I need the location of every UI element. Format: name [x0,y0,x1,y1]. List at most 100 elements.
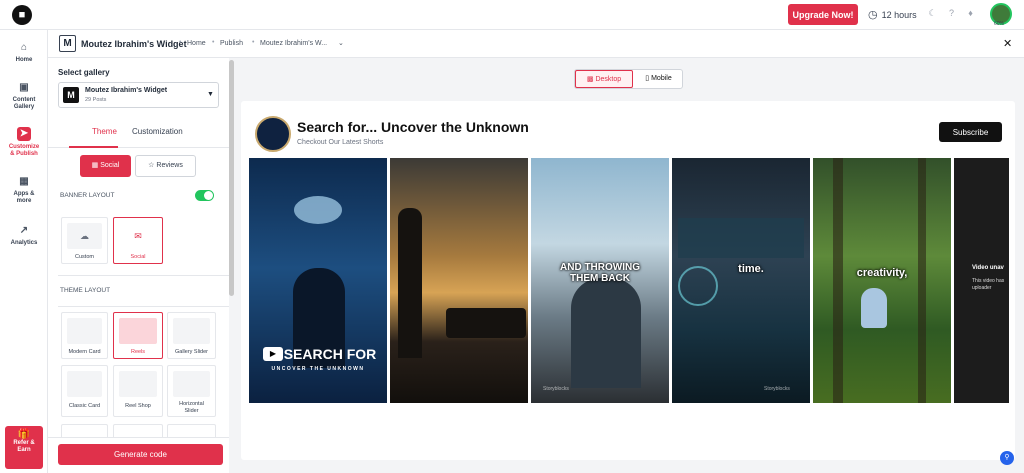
banner-layout-label: BANNER LAYOUT [60,192,115,199]
option-label: Reel Shop [125,403,151,409]
gallery-initial: M [63,87,79,103]
star-icon: ☆ [148,162,155,169]
banner-option-social[interactable]: ✉ Social [113,217,163,264]
tab-theme[interactable]: Theme [92,127,117,136]
theme-option-classic-card[interactable]: Classic Card [61,365,108,417]
breadcrumb-home[interactable]: Home [187,40,206,47]
caret-down-icon: ▼ [207,91,214,98]
short-card[interactable]: time. Storyblocks [672,158,810,403]
segment-label: Reviews [156,162,183,169]
layout-thumbnail [119,371,157,397]
subscribe-button[interactable]: Subscribe [939,122,1002,142]
option-label: Gallery Slider [174,349,208,355]
short-card[interactable]: creativity, [813,158,951,403]
short-subcaption: UNCOVER THE UNKNOWN [271,366,365,372]
nav-label: Customize & Publish [8,144,40,157]
refer-earn-button[interactable]: 🎁 Refer & Earn [5,426,43,469]
layout-thumbnail [173,371,210,397]
layout-thumbnail [67,318,102,344]
profile-completion: 60% [994,21,1005,27]
binoculars-graphic [294,196,342,224]
moon-icon[interactable]: ☾ [928,9,937,18]
home-icon: ⌂ [20,42,28,53]
hours-indicator: ◷ 12 hours [868,8,917,21]
watermark: Storyblocks [543,386,569,392]
banner-option-custom[interactable]: ☁ Custom [61,217,108,264]
breadcrumb-publish[interactable]: Publish [220,40,243,47]
option-label: Horizontal Slider [179,401,204,414]
theme-option-horizontal-slider[interactable]: Horizontal Slider [167,365,216,417]
nav-content-gallery[interactable]: ▣ Content Gallery [0,82,48,111]
breadcrumb-separator: • [252,39,255,46]
short-card[interactable]: AND THROWING THEM BACK Storyblocks [531,158,669,403]
wheelbarrow-graphic [446,308,526,338]
short-caption: creativity, [856,267,908,279]
nav-home[interactable]: ⌂ Home [0,42,48,64]
panel-tabs: Theme Customization [48,122,229,148]
gallery-posts: 29 Posts [85,97,107,103]
grid-icon: ▦ [91,162,99,169]
divider [58,275,229,276]
option-label: Custom [75,254,94,260]
channel-subtitle: Checkout Our Latest Shorts [297,139,384,146]
help-icon[interactable]: ? [947,9,956,18]
widget-initial: M [59,35,76,52]
short-caption: time. [738,263,764,275]
channel-logo [255,116,291,152]
theme-layout-label: THEME LAYOUT [60,287,111,294]
segment-label: Social [100,162,120,169]
tree-graphic [833,158,843,403]
toggle-knob [204,191,213,200]
short-card[interactable]: ▶ SEARCH FOR UNCOVER THE UNKNOWN [249,158,387,403]
banner-layout-toggle[interactable] [195,190,214,201]
chevron-down-icon[interactable]: ⌄ [338,39,344,47]
watermark: Storyblocks [764,386,790,392]
nav-customize-publish[interactable]: ➤ Customize & Publish [0,127,48,158]
tree-graphic [918,158,926,403]
search-icon[interactable]: ⚲ [1000,451,1014,465]
short-caption: AND THROWING THEM BACK [560,262,640,284]
nav-apps[interactable]: ▦ Apps & more [0,176,48,205]
monitor-icon: ▩ [586,76,594,83]
settings-panel: Select gallery M Moutez Ibrahim's Widget… [48,58,234,473]
mobile-option[interactable]: ▯ Mobile [634,70,683,88]
nav-label: Home [15,57,33,63]
gallery-name: Moutez Ibrahim's Widget [85,87,168,94]
upgrade-button[interactable]: Upgrade Now! [788,4,858,25]
image-icon: ▣ [19,82,29,93]
option-label: Modern Card [68,349,101,355]
bell-icon[interactable]: ♦ [966,9,975,18]
device-label: Desktop [595,76,622,83]
nav-label: Analytics [10,240,38,246]
gallery-select[interactable]: M Moutez Ibrahim's Widget 29 Posts ▼ [58,82,219,108]
theme-option-reels[interactable]: Reels [113,312,163,359]
generate-code-button[interactable]: Generate code [58,444,223,465]
layout-thumbnail [119,318,157,344]
layout-thumbnail [67,371,102,397]
meditating-person-graphic [861,288,887,328]
nav-analytics[interactable]: ↗ Analytics [0,225,48,247]
tab-customization[interactable]: Customization [132,127,183,136]
megaphone-icon: ✉ [119,223,157,249]
send-icon: ➤ [17,127,31,141]
device-label: Mobile [651,75,672,82]
widget-name: Moutez Ibrahim's Widget [81,39,187,49]
option-label: Social [130,254,146,260]
theme-option-gallery-slider[interactable]: Gallery Slider [167,312,216,359]
breadcrumb-separator: • [179,39,182,46]
device-toggle: ▩ Desktop ▯ Mobile [574,69,683,89]
select-gallery-label: Select gallery [58,68,110,77]
desktop-option[interactable]: ▩ Desktop [575,70,633,88]
close-icon[interactable]: ✕ [1003,37,1012,50]
app-logo[interactable]: ■ [12,5,32,25]
social-segment[interactable]: ▦ Social [80,155,131,177]
short-card[interactable] [390,158,528,403]
top-bar: ■ Upgrade Now! ◷ 12 hours ☾ ? ♦ 60% [0,0,1024,30]
theme-option-reel-shop[interactable]: Reel Shop [113,365,163,417]
breadcrumb-widget[interactable]: Moutez Ibrahim's W... [260,40,327,47]
option-label: Reels [130,349,146,355]
theme-option-modern-card[interactable]: Modern Card [61,312,108,359]
nav-label: Content Gallery [12,97,36,110]
active-tab-indicator [69,146,118,148]
reviews-segment[interactable]: ☆ Reviews [135,155,196,177]
